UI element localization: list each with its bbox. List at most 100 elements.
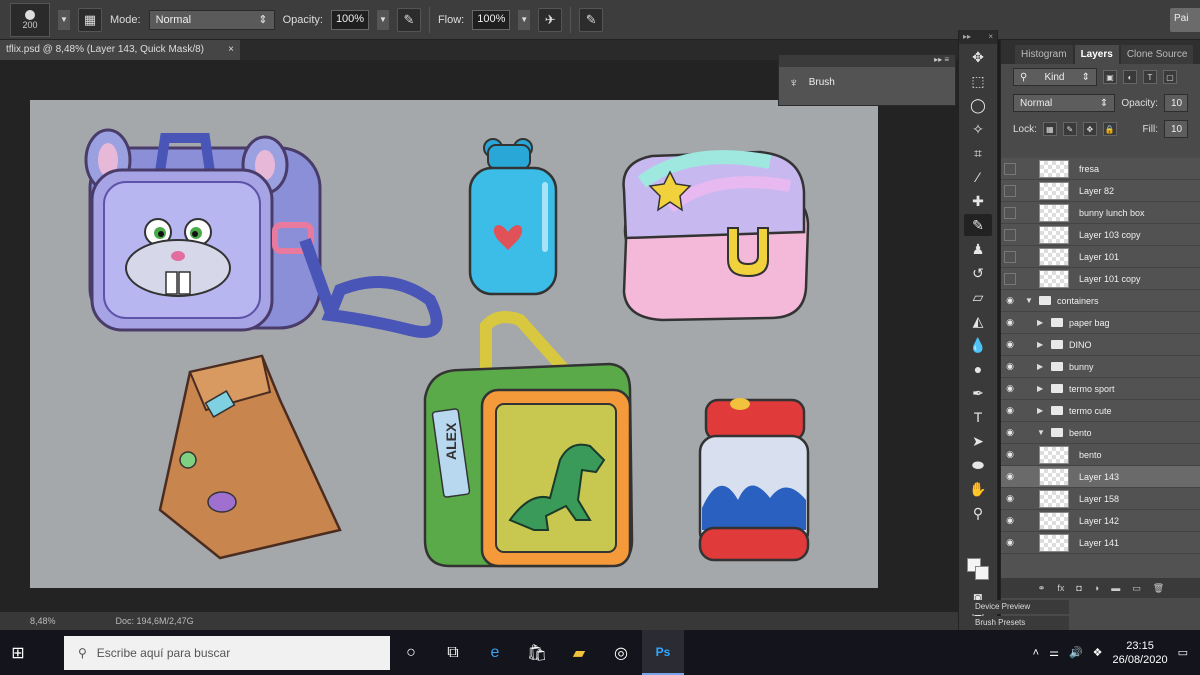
doc-size[interactable]: Doc: 194,6M/2,47G (116, 616, 194, 626)
mode-select[interactable]: Normal ⇕ (148, 9, 275, 30)
shape-tool-icon[interactable]: ⬬ (964, 454, 992, 476)
store-icon[interactable]: 🛍 (516, 630, 558, 675)
lasso-tool-icon[interactable]: ◯ (964, 94, 992, 116)
mask-icon[interactable]: ◘ (1076, 583, 1081, 593)
volume-icon[interactable]: 🔊 (1069, 646, 1083, 659)
magic-wand-tool-icon[interactable]: ✧ (964, 118, 992, 140)
expand-arrow-icon[interactable]: ▼ (1025, 296, 1035, 305)
airbrush-icon[interactable]: ✈ (538, 7, 563, 32)
cortana-icon[interactable]: ○ (390, 630, 432, 675)
group-row[interactable]: ◉ ▶ bunny (1001, 356, 1200, 378)
group-row[interactable]: ◉ ▼ bento (1001, 422, 1200, 444)
eye-icon[interactable]: ◉ (1001, 537, 1019, 548)
eye-icon[interactable]: ◉ (1001, 383, 1019, 394)
adjustment-icon[interactable]: ◑ (1094, 583, 1099, 593)
windows-start-icon[interactable]: ⊞ (0, 643, 36, 663)
pixel-filter-icon[interactable]: ▣ (1103, 70, 1117, 84)
group-row[interactable]: ◉ ▶ paper bag (1001, 312, 1200, 334)
background-color-swatch[interactable] (975, 566, 989, 580)
tab-brush-presets[interactable]: Brush Presets (969, 616, 1069, 630)
layer-row[interactable]: ◉ Layer 141 (1001, 532, 1200, 554)
type-tool-icon[interactable]: T (964, 406, 992, 428)
expand-arrow-icon[interactable]: ▼ (1037, 428, 1047, 437)
trash-icon[interactable]: 🗑 (1153, 583, 1164, 594)
brush-tool-icon[interactable]: ✎ (964, 214, 992, 236)
fill-field[interactable]: 10 (1164, 120, 1188, 138)
marquee-tool-icon[interactable]: ⬚ (964, 70, 992, 92)
clock[interactable]: 23:15 26/08/2020 (1113, 639, 1168, 667)
group-row[interactable]: ◉ ▶ termo cute (1001, 400, 1200, 422)
brush-preset-picker[interactable]: 200 (10, 2, 50, 37)
canvas[interactable]: ALEX (30, 100, 878, 588)
visibility-toggle[interactable] (1004, 206, 1016, 219)
history-brush-tool-icon[interactable]: ↺ (964, 262, 992, 284)
fx-icon[interactable]: fx (1057, 583, 1064, 593)
path-selection-tool-icon[interactable]: ➤ (964, 430, 992, 452)
layer-opacity-field[interactable]: 10 (1164, 94, 1188, 112)
eye-icon[interactable]: ◉ (1001, 493, 1019, 504)
eye-icon[interactable]: ◉ (1001, 317, 1019, 328)
crop-tool-icon[interactable]: ⌗ (964, 142, 992, 164)
layer-row[interactable]: ◉ Layer 142 (1001, 510, 1200, 532)
close-icon[interactable]: × (228, 44, 234, 56)
new-group-icon[interactable]: ▬ (1111, 583, 1120, 593)
eye-icon[interactable]: ◉ (1001, 361, 1019, 372)
task-view-icon[interactable]: ⧉ (432, 630, 474, 675)
pressure-size-icon[interactable]: ✎ (579, 7, 604, 32)
chevron-up-icon[interactable]: ˄ (1033, 647, 1039, 659)
eye-icon[interactable]: ◉ (1001, 295, 1019, 306)
lock-position-icon[interactable]: ✥ (1082, 122, 1097, 136)
paint-symmetry-button[interactable]: Pai (1170, 8, 1200, 32)
tab-device-preview[interactable]: Device Preview (969, 600, 1069, 614)
tab-clone-source[interactable]: Clone Source (1120, 45, 1194, 64)
group-row[interactable]: ◉ ▼ containers (1001, 290, 1200, 312)
type-filter-icon[interactable]: T (1143, 70, 1157, 84)
flow-field[interactable]: 100% (472, 9, 511, 30)
blur-tool-icon[interactable]: 💧 (964, 334, 992, 356)
shape-filter-icon[interactable]: ▢ (1163, 70, 1177, 84)
eye-icon[interactable]: ◉ (1001, 449, 1019, 460)
lock-transparency-icon[interactable]: ▦ (1042, 122, 1057, 136)
dropbox-icon[interactable]: ❖ (1093, 646, 1103, 659)
visibility-toggle[interactable] (1004, 184, 1016, 197)
brush-panel-toggle-icon[interactable]: ▦ (78, 7, 102, 32)
layer-row[interactable]: bunny lunch box (1001, 202, 1200, 224)
network-icon[interactable]: ⚌ (1049, 646, 1059, 659)
visibility-toggle[interactable] (1004, 250, 1016, 263)
zoom-tool-icon[interactable]: ⚲ (964, 502, 992, 524)
lock-pixels-icon[interactable]: ✎ (1062, 122, 1077, 136)
opacity-dropdown[interactable]: ▼ (376, 9, 389, 30)
collapse-arrow-icon[interactable]: ▶ (1037, 362, 1047, 371)
layer-row[interactable]: ◉ bento (1001, 444, 1200, 466)
eye-icon[interactable]: ◉ (1001, 471, 1019, 482)
pen-tool-icon[interactable]: ✒ (964, 382, 992, 404)
chrome-icon[interactable]: ◎ (600, 630, 642, 675)
move-tool-icon[interactable]: ✥ (964, 46, 992, 68)
tab-histogram[interactable]: Histogram (1015, 45, 1073, 64)
eraser-tool-icon[interactable]: ▱ (964, 286, 992, 308)
visibility-toggle[interactable] (1004, 162, 1016, 175)
collapse-arrow-icon[interactable]: ▶ (1037, 318, 1047, 327)
brush-panel-label[interactable]: Brush (809, 77, 835, 88)
new-layer-icon[interactable]: ▭ (1132, 583, 1141, 594)
link-icon[interactable]: ⚭ (1038, 583, 1046, 594)
collapse-arrow-icon[interactable]: ▶ (1037, 406, 1047, 415)
hand-tool-icon[interactable]: ✋ (964, 478, 992, 500)
layer-row-selected[interactable]: ◉ Layer 143 (1001, 466, 1200, 488)
notification-icon[interactable]: ▭ (1178, 646, 1188, 659)
layer-row[interactable]: Layer 101 copy (1001, 268, 1200, 290)
layer-row[interactable]: ◉ Layer 158 (1001, 488, 1200, 510)
visibility-toggle[interactable] (1004, 228, 1016, 241)
pressure-opacity-icon[interactable]: ✎ (396, 7, 421, 32)
eye-icon[interactable]: ◉ (1001, 405, 1019, 416)
zoom-level[interactable]: 8,48% (30, 616, 56, 626)
healing-brush-tool-icon[interactable]: ✚ (964, 190, 992, 212)
layer-row[interactable]: Layer 101 (1001, 246, 1200, 268)
panel-collapse-icon[interactable]: ▸▸ ≡ (779, 55, 955, 67)
blend-mode-select[interactable]: Normal ⇕ (1013, 94, 1116, 112)
clone-stamp-tool-icon[interactable]: ♟ (964, 238, 992, 260)
layer-row[interactable]: Layer 82 (1001, 180, 1200, 202)
opacity-field[interactable]: 100% (330, 9, 369, 30)
filter-kind-select[interactable]: ⚲ Kind ⇕ (1013, 68, 1097, 86)
eye-icon[interactable]: ◉ (1001, 427, 1019, 438)
